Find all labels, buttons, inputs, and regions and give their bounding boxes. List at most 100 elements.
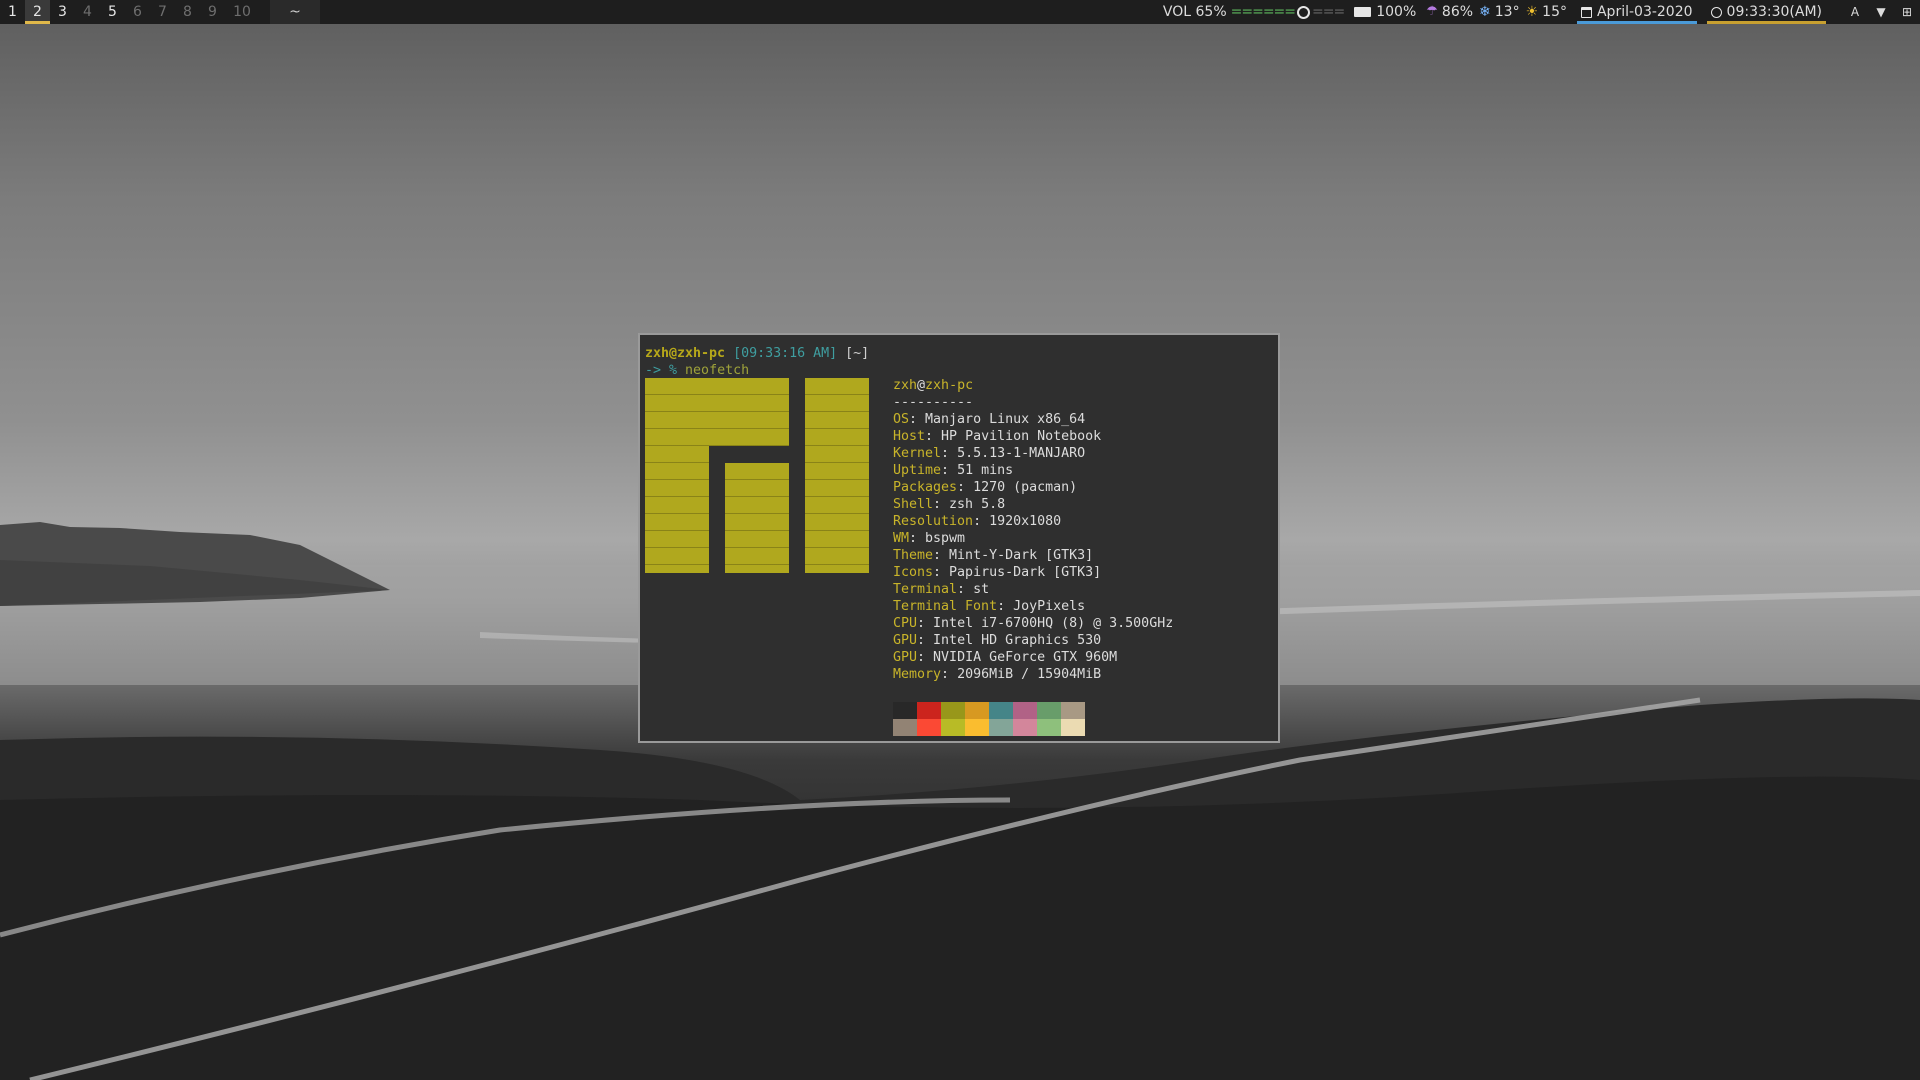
info-row: Kernel: 5.5.13-1-MANJARO [893,446,1085,461]
workspace-1[interactable]: 1 [0,0,25,24]
battery-module: 100% [1354,0,1416,24]
info-colon: : [957,582,974,597]
info-row: GPU: Intel HD Graphics 530 [893,633,1101,648]
info-row: Theme: Mint-Y-Dark [GTK3] [893,548,1093,563]
workspace-10[interactable]: 10 [225,0,259,24]
info-row: Host: HP Pavilion Notebook [893,429,1101,444]
palette-swatch-bright-2 [941,719,965,736]
info-key: GPU [893,633,918,648]
workspace-3[interactable]: 3 [50,0,75,24]
info-key: Memory [893,667,942,682]
top-status-bar: 1 2 3 4 5 6 7 8 9 10 ~ VOL 65% ====== === 100% ☂ … [0,0,1920,24]
date-label: April-03-2020 [1596,4,1693,20]
logo-left-column [645,446,709,573]
palette-swatch-bright-6 [1037,719,1061,736]
logo-right-column [805,378,869,573]
date-module[interactable]: April-03-2020 [1576,0,1697,24]
workspace-5[interactable]: 5 [100,0,125,24]
shell-prompt: zxh@zxh-pc [09:33:16 AM] [~] -> % neofet… [645,345,869,379]
volume-bar-empty: === [1312,4,1345,20]
volume-knob-icon[interactable] [1297,5,1311,19]
info-row: Shell: zsh 5.8 [893,497,1005,512]
info-value: Mint-Y-Dark [GTK3] [949,548,1094,563]
info-host: zxh-pc [925,378,974,393]
info-colon: : [933,497,950,512]
info-row: GPU: NVIDIA GeForce GTX 960M [893,650,1117,665]
network-icon[interactable]: ⊞ [1900,5,1914,19]
info-colon: : [925,429,942,444]
volume-label: VOL 65% [1162,4,1227,20]
info-colon: : [941,667,958,682]
info-key: Icons [893,565,934,580]
workspace-9[interactable]: 9 [200,0,225,24]
info-value: Intel HD Graphics 530 [933,633,1102,648]
prompt-command: neofetch [685,363,750,378]
info-key: Packages [893,480,958,495]
info-key: OS [893,412,910,427]
system-tray: A ▼ ⊞ [1836,0,1914,24]
clock-module[interactable]: 09:33:30(AM) [1706,0,1827,24]
info-key: Terminal Font [893,599,998,614]
status-modules: VOL 65% ====== === 100% ☂ 86% ❄ 13° ☀ 15… [1153,0,1920,24]
workspace-6[interactable]: 6 [125,0,150,24]
logo-middle-column [725,463,789,573]
info-value: HP Pavilion Notebook [941,429,1102,444]
info-row: Terminal Font: JoyPixels [893,599,1085,614]
workspace-8[interactable]: 8 [175,0,200,24]
info-key: CPU [893,616,918,631]
info-key: WM [893,531,910,546]
palette-swatch-bright-3 [965,719,989,736]
info-row: Packages: 1270 (pacman) [893,480,1077,495]
info-key: Kernel [893,446,942,461]
info-value: zsh 5.8 [949,497,1006,512]
info-colon: : [909,412,926,427]
prompt-user-host: zxh@zxh-pc [645,346,726,361]
info-colon: : [941,463,958,478]
palette-swatch-normal-5 [1013,702,1037,719]
palette-swatch-normal-7 [1061,702,1085,719]
info-row: CPU: Intel i7-6700HQ (8) @ 3.500GHz [893,616,1173,631]
wifi-icon[interactable]: ▼ [1874,5,1888,19]
workspace-4[interactable]: 4 [75,0,100,24]
weather-module: ☂ 86% ❄ 13° ☀ 15° [1426,0,1567,24]
info-key: Shell [893,497,934,512]
info-colon: : [933,565,950,580]
umbrella-icon: ☂ [1426,4,1438,19]
prompt-time: [09:33:16 AM] [733,346,838,361]
time-label: 09:33:30(AM) [1726,4,1822,20]
info-colon: : [957,480,974,495]
info-value: Intel i7-6700HQ (8) @ 3.500GHz [933,616,1174,631]
info-row: Memory: 2096MiB / 15904MiB [893,667,1101,682]
info-value: 51 mins [957,463,1014,478]
palette-swatch-bright-0 [893,719,917,736]
clock-icon [1710,6,1722,18]
input-method-icon[interactable]: A [1848,5,1862,19]
terminal-window[interactable]: zxh@zxh-pc [09:33:16 AM] [~] -> % neofet… [638,333,1280,743]
humidity-value: 86% [1441,4,1474,20]
workspace-7[interactable]: 7 [150,0,175,24]
palette-swatch-normal-1 [917,702,941,719]
color-palette [893,702,1085,736]
info-colon: : [997,599,1014,614]
info-value: 1920x1080 [989,514,1062,529]
info-row: WM: bspwm [893,531,965,546]
temperature-low: 13° [1494,4,1520,20]
palette-swatch-bright-5 [1013,719,1037,736]
info-colon: : [933,548,950,563]
prompt-directory: [~] [845,346,870,361]
info-value: 2096MiB / 15904MiB [957,667,1102,682]
info-row: Resolution: 1920x1080 [893,514,1061,529]
palette-swatch-normal-3 [965,702,989,719]
palette-swatch-normal-2 [941,702,965,719]
info-key: Terminal [893,582,958,597]
info-row: Terminal: st [893,582,989,597]
sun-icon: ☀ [1525,4,1539,20]
volume-module[interactable]: VOL 65% ====== === [1162,0,1345,24]
info-row: Icons: Papirus-Dark [GTK3] [893,565,1101,580]
info-colon: : [917,650,934,665]
palette-swatch-bright-1 [917,719,941,736]
workspace-2[interactable]: 2 [25,0,50,24]
info-value: 5.5.13-1-MANJARO [957,446,1086,461]
info-colon: : [973,514,990,529]
info-value: bspwm [925,531,966,546]
